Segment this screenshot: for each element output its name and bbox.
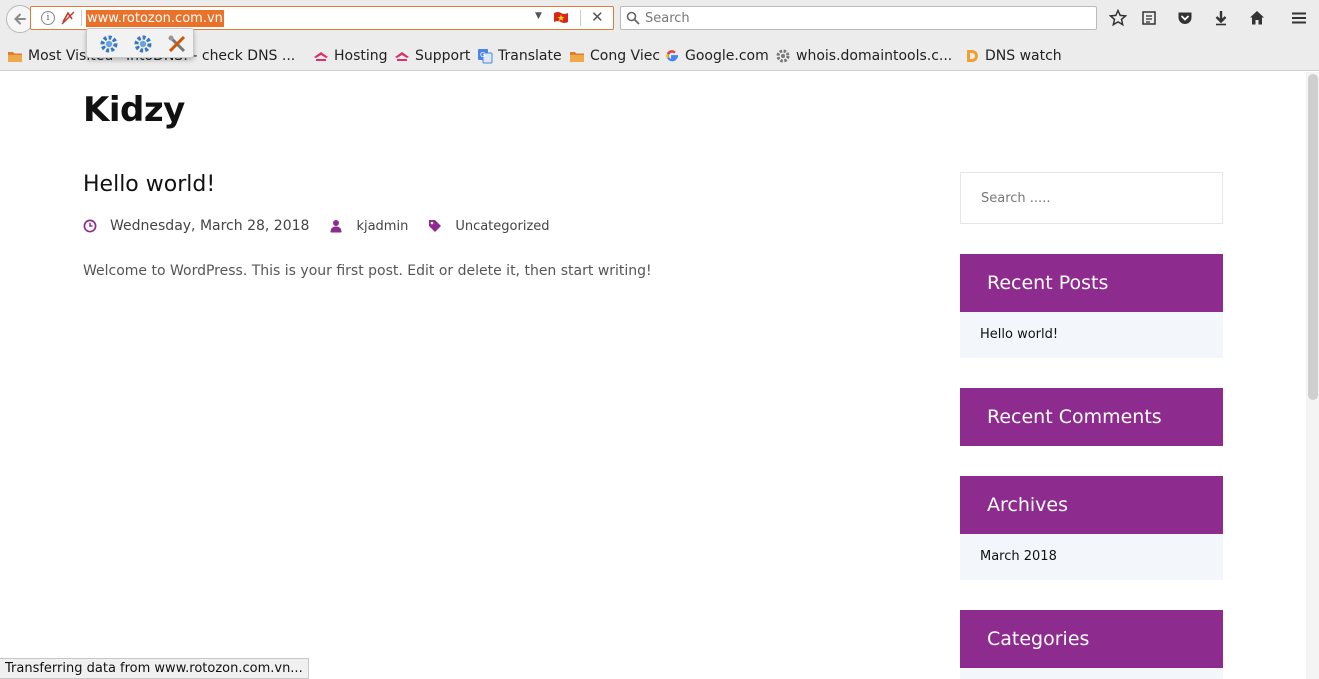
star-icon[interactable] [1109, 9, 1127, 27]
post-author[interactable]: kjadmin [356, 219, 408, 234]
folder-icon [570, 52, 584, 62]
web-page: Kidzy Hello world! Wednesday, March 28, … [0, 72, 1319, 679]
noscript-icon[interactable] [60, 10, 76, 26]
browser-search-placeholder: Search [645, 11, 690, 26]
pocket-icon[interactable] [1176, 9, 1194, 27]
bookmark-label: Translate [498, 48, 562, 64]
google-icon [666, 50, 678, 62]
post-category[interactable]: Uncategorized [455, 219, 549, 234]
post-excerpt: Welcome to WordPress. This is your first… [83, 263, 652, 279]
translate-icon: G [478, 49, 493, 64]
site-title[interactable]: Kidzy [83, 90, 185, 130]
bookmark-hosting[interactable]: Hosting [313, 47, 388, 65]
post-date[interactable]: Wednesday, March 28, 2018 [110, 218, 309, 234]
bookmarks-toolbar: Most Visited IntoDNS: - check DNS ... Ho… [0, 40, 1319, 71]
sidebar-search-placeholder: Search ..... [981, 191, 1051, 206]
dns-watch-icon [967, 50, 978, 62]
svg-text:G: G [480, 51, 485, 59]
widget-title: Categories [987, 628, 1090, 650]
widget-recent-posts-body: Hello world! [960, 312, 1223, 358]
home-icon[interactable] [1248, 9, 1266, 27]
hosting-logo-icon [314, 52, 328, 61]
bookmark-label: Google.com [685, 48, 769, 64]
bookmark-label: Support [415, 48, 471, 64]
bookmark-dns-watch[interactable]: DNS watch [964, 47, 1062, 65]
tools-icon[interactable] [167, 34, 187, 54]
gear-icon[interactable] [133, 34, 153, 54]
search-icon [626, 11, 640, 25]
gear-icon [776, 49, 790, 63]
bookmark-label: whois.domaintools.c... [796, 48, 953, 64]
url-separator [580, 10, 581, 26]
archive-link[interactable]: March 2018 [980, 549, 1057, 564]
url-separator [81, 10, 82, 26]
sidebar-search-input[interactable]: Search ..... [960, 172, 1223, 224]
bookmark-whois[interactable]: whois.domaintools.c... [775, 47, 952, 65]
widget-recent-posts-header: Recent Posts [960, 254, 1223, 312]
browser-toolbar: i www.rotozon.com.vn ▼ ✕ Search [0, 0, 1319, 40]
info-icon[interactable]: i [41, 11, 55, 25]
bookmark-google[interactable]: Google.com [664, 47, 769, 65]
widget-recent-comments-header: Recent Comments [960, 388, 1223, 446]
url-text[interactable]: www.rotozon.com.vn [86, 10, 224, 27]
bookmark-label: Hosting [334, 48, 388, 64]
bookmark-translate[interactable]: G Translate [477, 47, 562, 65]
gear-icon[interactable] [99, 34, 119, 54]
clock-icon [83, 219, 97, 233]
status-bar: Transferring data from www.rotozon.com.v… [0, 658, 309, 679]
page-scrollbar-thumb[interactable] [1308, 74, 1318, 400]
widget-categories-body [960, 668, 1223, 679]
bookmark-label: Cong Viec [590, 48, 661, 64]
widget-title: Archives [987, 494, 1068, 516]
post-title[interactable]: Hello world! [83, 172, 215, 197]
url-bar[interactable]: i www.rotozon.com.vn ▼ ✕ [30, 6, 614, 30]
arrow-left-icon [14, 13, 26, 25]
addon-popup [86, 28, 194, 58]
folder-icon [8, 52, 22, 62]
bookmark-support[interactable]: Support [394, 47, 470, 65]
tag-icon [429, 220, 442, 232]
close-icon[interactable]: ✕ [591, 8, 604, 26]
vietnam-flag-icon[interactable] [553, 11, 569, 24]
reading-list-icon[interactable] [1140, 9, 1158, 27]
support-logo-icon [395, 52, 409, 61]
recent-post-link[interactable]: Hello world! [980, 327, 1058, 342]
bookmark-cong-viec[interactable]: Cong Viec [569, 47, 660, 65]
user-icon [330, 220, 342, 233]
widget-title: Recent Posts [987, 272, 1109, 294]
widget-categories-header: Categories [960, 610, 1223, 668]
download-icon[interactable] [1212, 9, 1230, 27]
menu-icon[interactable] [1290, 9, 1308, 27]
post-meta: Wednesday, March 28, 2018 kjadmin Uncate… [83, 217, 550, 235]
widget-title: Recent Comments [987, 406, 1162, 428]
widget-archives-body: March 2018 [960, 534, 1223, 580]
browser-search-bar[interactable]: Search [620, 6, 1097, 30]
widget-archives-header: Archives [960, 476, 1223, 534]
bookmark-label: DNS watch [985, 48, 1062, 64]
chevron-down-icon[interactable]: ▼ [535, 11, 542, 21]
